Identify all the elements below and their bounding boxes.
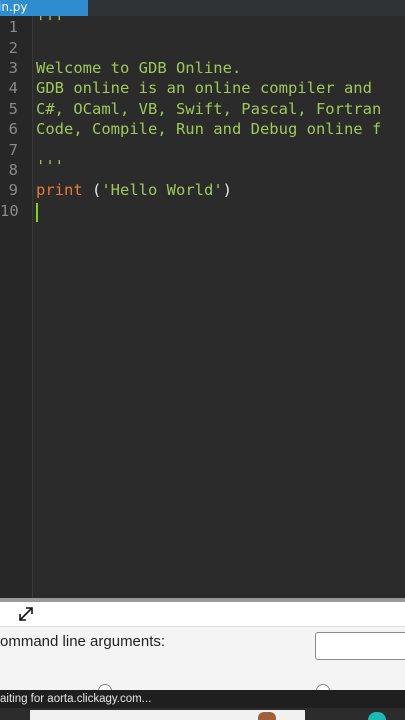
expand-icon[interactable]	[17, 605, 35, 623]
line-number-gutter: 1 2 3 4 5 6 7 8 9 10	[0, 16, 32, 598]
line-number: 6	[8, 120, 18, 138]
line-number: 8	[8, 161, 18, 179]
screen: in.py 1 2 3 4 5 6 7 8 9 10 ''' Welcome t…	[0, 0, 405, 720]
line-number: 3	[8, 59, 18, 77]
line-number: 7	[8, 141, 18, 159]
gutter-divider	[32, 16, 33, 598]
browser-status-bar: aiting for aorta.clickagy.com...	[0, 690, 405, 708]
close-paren: )	[222, 181, 233, 199]
line-number: 5	[8, 100, 18, 118]
line-number: 9	[8, 181, 18, 199]
text-cursor	[36, 203, 38, 222]
line-number: 1	[8, 18, 18, 36]
command-line-arguments-input[interactable]	[315, 632, 405, 660]
line-number: 10	[0, 202, 19, 220]
keyword-print: print	[36, 181, 83, 199]
panel-header	[0, 602, 405, 627]
avatar	[258, 712, 276, 720]
code-line: C#, OCaml, VB, Swift, Pascal, Fortran	[36, 100, 382, 118]
line-number: 4	[8, 79, 18, 97]
string-literal: 'Hello World'	[101, 181, 223, 199]
code-line: Welcome to GDB Online.	[36, 59, 242, 77]
code-line: '''	[36, 13, 64, 31]
command-line-arguments-label: ommand line arguments:	[0, 633, 166, 650]
code-editor[interactable]: 1 2 3 4 5 6 7 8 9 10 ''' Welcome to GDB …	[0, 13, 405, 598]
line-number: 2	[8, 39, 18, 57]
code-line: GDB online is an online compiler and	[36, 79, 372, 97]
code-line: Code, Compile, Run and Debug online f	[36, 120, 382, 138]
file-tab-label: in.py	[0, 0, 28, 14]
code-line: '''	[36, 157, 64, 175]
code-line-print: print ('Hello World')	[36, 180, 405, 200]
open-paren: (	[82, 181, 102, 199]
chat-bubble-icon[interactable]	[368, 712, 386, 720]
